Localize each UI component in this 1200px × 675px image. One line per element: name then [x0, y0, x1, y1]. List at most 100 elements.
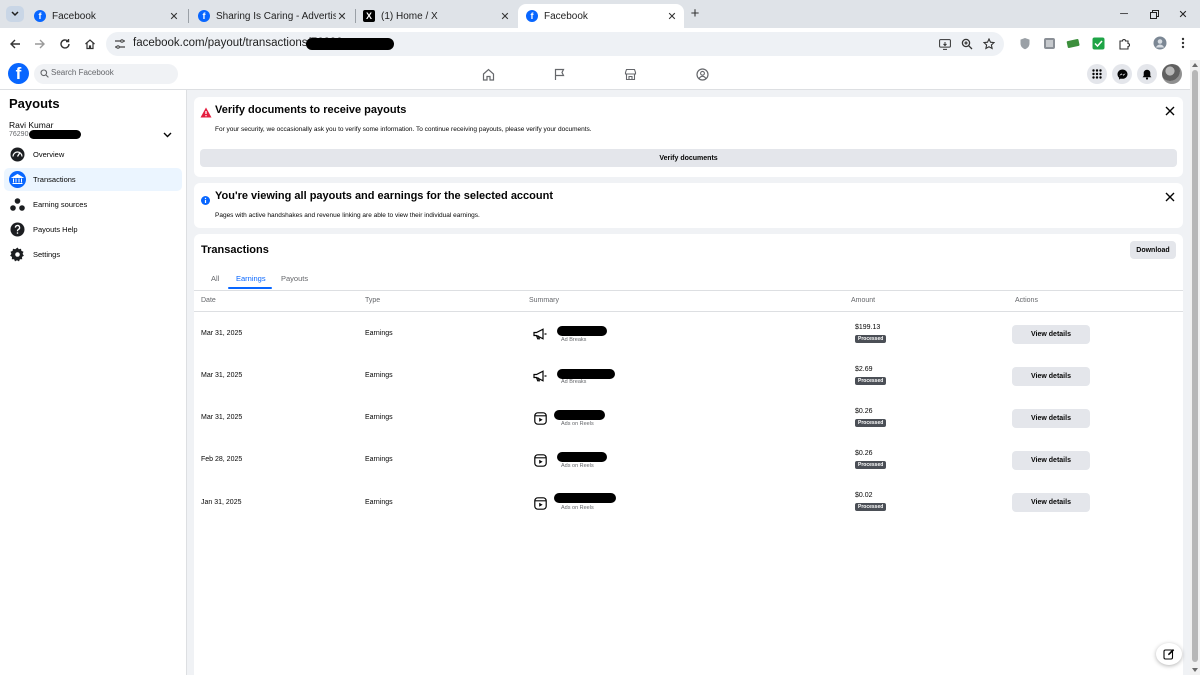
flag-pages-icon[interactable]: [552, 67, 566, 81]
redaction-bar: [554, 493, 616, 503]
facebook-icon: f: [198, 10, 210, 22]
close-icon[interactable]: ✕: [497, 8, 513, 24]
row-type: Earnings: [365, 499, 393, 506]
status-badge: Processed: [855, 461, 887, 469]
reels-icon: [533, 453, 547, 467]
restore-icon[interactable]: [1145, 5, 1163, 23]
view-details-button[interactable]: View details: [1012, 325, 1090, 344]
browser-tab-strip: f Facebook ✕ f Sharing Is Caring - Adver…: [0, 0, 1200, 28]
browser-tab-1[interactable]: f Facebook ✕: [26, 4, 186, 28]
download-button[interactable]: Download: [1130, 241, 1176, 259]
bookmark-star-icon[interactable]: [982, 37, 996, 51]
browser-tab-4-active[interactable]: f Facebook ✕: [518, 4, 684, 28]
chevron-down-icon: [163, 132, 172, 138]
view-details-button[interactable]: View details: [1012, 493, 1090, 512]
redaction-bar: [557, 452, 607, 462]
sidebar-item-transactions[interactable]: Transactions: [4, 168, 182, 191]
row-amount: $0.26: [855, 450, 873, 457]
avatar[interactable]: [1162, 64, 1182, 84]
column-header-summary: Summary: [529, 297, 559, 304]
view-details-button[interactable]: View details: [1012, 409, 1090, 428]
grid-icon: [1092, 69, 1102, 79]
sidebar-item-earning-sources[interactable]: Earning sources: [4, 193, 182, 216]
menu-grid-button[interactable]: [1087, 64, 1107, 84]
tab-all[interactable]: All: [211, 274, 219, 283]
minimize-icon[interactable]: ─: [1115, 5, 1133, 23]
view-details-button[interactable]: View details: [1012, 451, 1090, 470]
marketplace-icon[interactable]: [623, 67, 637, 81]
shield-extension-icon[interactable]: [1018, 36, 1032, 50]
home-button[interactable]: [81, 35, 99, 53]
new-tab-button[interactable]: +: [686, 6, 704, 22]
sidebar-item-payouts-help[interactable]: Payouts Help: [4, 218, 182, 241]
edit-pencil-icon: [1163, 649, 1175, 660]
reload-icon: [60, 39, 70, 49]
view-details-button[interactable]: View details: [1012, 367, 1090, 386]
extension-icon[interactable]: [1042, 36, 1056, 50]
messenger-button[interactable]: [1112, 64, 1132, 84]
forward-button[interactable]: [31, 35, 49, 53]
notifications-button[interactable]: [1137, 64, 1157, 84]
window-close-icon[interactable]: ✕: [1174, 5, 1192, 23]
back-button[interactable]: [6, 35, 24, 53]
search-icon: [40, 69, 49, 78]
close-icon[interactable]: ✕: [664, 8, 680, 24]
browser-tab-3[interactable]: X (1) Home / X ✕: [355, 4, 517, 28]
facebook-logo[interactable]: f: [8, 63, 29, 84]
tab-earnings[interactable]: Earnings: [236, 274, 266, 283]
tab-separator: [188, 9, 189, 23]
close-icon[interactable]: ✕: [166, 8, 182, 24]
puzzle-extensions-icon[interactable]: [1117, 36, 1131, 50]
verify-documents-banner: Verify documents to receive payouts For …: [194, 97, 1183, 177]
row-amount: $0.26: [855, 408, 873, 415]
info-banner-description: Pages with active handshakes and revenue…: [215, 212, 480, 219]
row-summary-source: Ad Breaks: [561, 337, 587, 343]
address-bar[interactable]: facebook.com/payout/transactions/76290: [106, 32, 1004, 56]
install-app-icon[interactable]: [938, 37, 952, 51]
divider: [194, 290, 1183, 291]
row-type: Earnings: [365, 330, 393, 337]
groups-profile-icon[interactable]: [695, 67, 709, 81]
row-date: Jan 31, 2025: [201, 499, 242, 506]
profile-avatar-icon[interactable]: [1153, 36, 1167, 50]
close-icon[interactable]: [1164, 105, 1176, 117]
row-type: Earnings: [365, 414, 393, 421]
compose-message-button[interactable]: [1156, 643, 1182, 665]
warning-triangle-icon: [200, 105, 212, 123]
close-icon[interactable]: [1164, 191, 1176, 203]
search-input[interactable]: Search Facebook: [34, 64, 178, 84]
status-badge: Processed: [855, 335, 887, 343]
home-nav-icon[interactable]: [481, 67, 495, 81]
close-icon[interactable]: ✕: [334, 8, 350, 24]
tab-payouts[interactable]: Payouts: [281, 274, 308, 283]
gear-icon: [9, 246, 26, 263]
help-icon: [9, 221, 26, 238]
row-summary-source: Ads on Reels: [561, 505, 594, 511]
redaction-bar: [306, 38, 394, 50]
sidebar-item-label: Payouts Help: [33, 225, 78, 234]
row-date: Mar 31, 2025: [201, 372, 243, 379]
scroll-up-icon[interactable]: [1192, 63, 1198, 67]
scroll-thumb[interactable]: [1192, 70, 1198, 662]
column-header-date: Date: [201, 297, 216, 304]
tab-title: Facebook: [52, 10, 96, 22]
tab-search-button[interactable]: [6, 6, 24, 22]
account-name: Ravi Kumar: [9, 120, 54, 130]
status-badge: Processed: [855, 377, 887, 385]
x-icon: X: [363, 10, 375, 22]
verify-documents-button[interactable]: Verify documents: [200, 149, 1177, 167]
account-switcher-chevron[interactable]: [163, 125, 172, 143]
sidebar-item-settings[interactable]: Settings: [4, 243, 182, 266]
reload-button[interactable]: [56, 35, 74, 53]
zoom-icon[interactable]: [960, 37, 974, 51]
cash-extension-icon[interactable]: [1066, 36, 1080, 50]
scroll-down-icon[interactable]: [1192, 668, 1198, 672]
verify-banner-description: For your security, we occasionally ask y…: [215, 126, 592, 133]
reels-icon: [533, 496, 547, 510]
check-extension-icon[interactable]: [1091, 36, 1105, 50]
page-scrollbar[interactable]: [1190, 60, 1200, 675]
browser-menu-icon[interactable]: [1176, 36, 1190, 50]
row-summary-source: Ad Breaks: [561, 379, 587, 385]
browser-tab-2[interactable]: f Sharing Is Caring - Advertising ✕: [190, 4, 354, 28]
sidebar-item-overview[interactable]: Overview: [4, 143, 182, 166]
